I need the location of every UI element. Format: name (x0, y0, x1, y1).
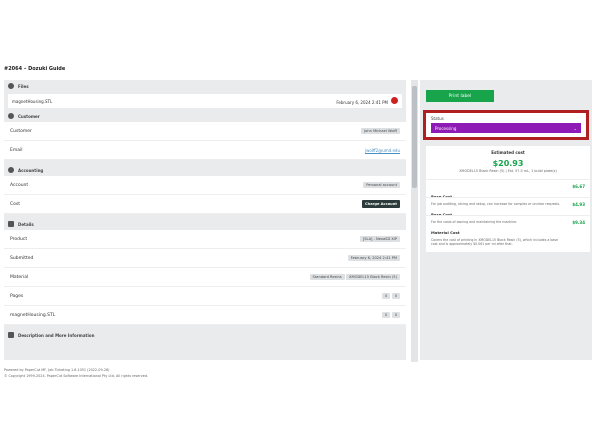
charge-account-button[interactable]: Charge Account (362, 200, 400, 208)
description-header[interactable]: Description and More Information (4, 329, 406, 341)
dollar-icon (8, 167, 14, 173)
status-section: Status Processing ⌄ (423, 110, 589, 140)
file-name: magnetHousing.STL (12, 98, 53, 104)
chevron-down-icon: ⌄ (573, 125, 577, 131)
right-panel: Print label Status Processing ⌄ Estimated… (420, 80, 592, 360)
cost-item: Material Cost Covers the cost of printing… (426, 215, 590, 246)
cost-item: Base Cost For job auditing, slicing and s… (426, 179, 590, 206)
delete-icon[interactable] (391, 97, 398, 104)
material-row: Material Standard Resins XMODEL15 Black R… (4, 268, 406, 287)
eye-icon (8, 83, 14, 89)
customer-row: Customer John Michael Wolff (4, 122, 406, 141)
user-icon (8, 113, 14, 119)
file-row[interactable]: magnetHousing.STL February 6, 2024 2:41 … (8, 94, 402, 108)
estimated-cost-card: Estimated cost $20.93 XMODEL15 Black Res… (426, 146, 590, 252)
status-select[interactable]: Processing ⌄ (431, 123, 581, 133)
account-row: Account Personal account (4, 176, 406, 195)
file-pages-row: magnetHousing.STL 0 0 (4, 306, 406, 325)
scrollbar-thumb[interactable] (412, 86, 417, 188)
submitted-row: Submitted February 6, 2024 2:41 PM (4, 249, 406, 268)
pages-row: Pages 0 0 (4, 287, 406, 306)
cost-item: Base Cost For the costs of owning and mai… (426, 197, 590, 224)
cost-row: Cost Charge Account (4, 195, 406, 214)
footer-copyright: © Copyright 1999-2024. PaperCut Software… (4, 374, 149, 378)
file-date: February 6, 2024 2:41 PM (336, 100, 388, 105)
scrollbar[interactable] (411, 80, 418, 362)
document-icon (8, 221, 14, 227)
customer-header: Customer (4, 110, 406, 122)
list-icon (8, 332, 14, 338)
accounting-header: Accounting (4, 164, 406, 176)
account-value: Personal account (363, 182, 400, 188)
print-label-button[interactable]: Print label (426, 90, 494, 102)
email-row: Email jwolff2@umd.edu (4, 141, 406, 160)
customer-name: John Michael Wolff (361, 128, 400, 134)
files-header: Files (4, 80, 406, 92)
left-panel: Files magnetHousing.STL February 6, 2024… (4, 80, 406, 360)
product-row: Product [SLA] - NexaSD XiP (4, 230, 406, 249)
footer-powered: Powered by PaperCut MF, Job Ticketing 1.… (4, 368, 110, 372)
estimated-price: $20.93 (492, 159, 524, 168)
details-header: Details (4, 218, 406, 230)
email-link[interactable]: jwolff2@umd.edu (365, 148, 400, 153)
page-title: #2064 – Dozuki Guide (4, 66, 66, 72)
